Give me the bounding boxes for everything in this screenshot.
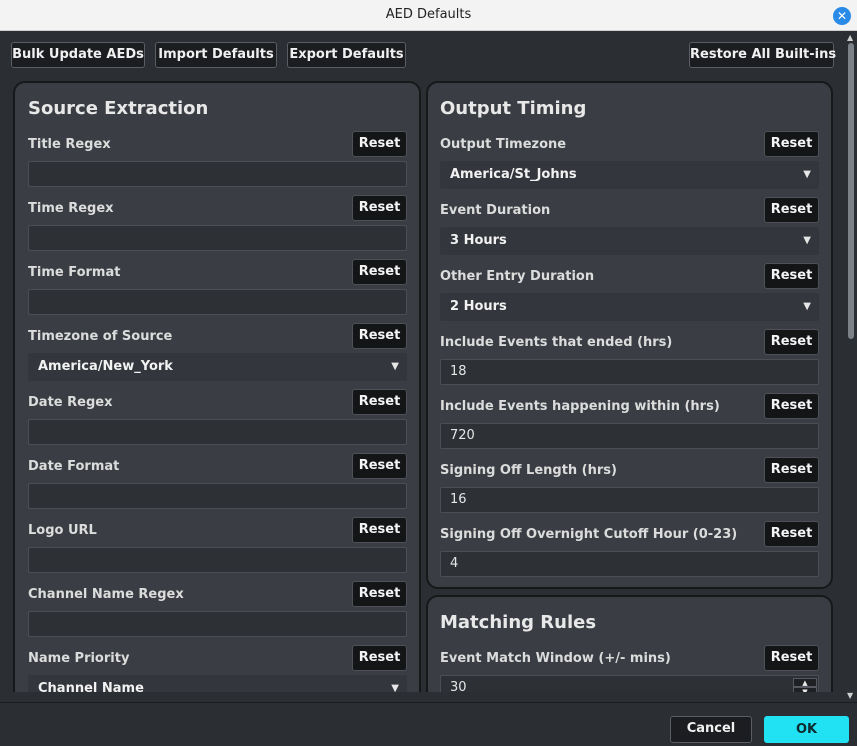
title-regex-label: Title Regex	[28, 137, 111, 152]
include-events-ended-input[interactable]: 18	[440, 359, 819, 385]
settings-scroll-area[interactable]: Source Extraction Title Regex Reset Time…	[0, 80, 845, 692]
spin-buttons: ▲ ▼	[793, 678, 817, 692]
export-defaults-button[interactable]: Export Defaults	[287, 42, 406, 68]
chevron-down-icon: ▼	[391, 361, 399, 372]
other-entry-duration-label: Other Entry Duration	[440, 269, 595, 284]
output-timezone-select[interactable]: America/St_Johns ▼	[440, 161, 819, 189]
event-match-window-reset-button[interactable]: Reset	[764, 645, 819, 671]
cancel-button[interactable]: Cancel	[670, 716, 752, 743]
time-format-reset-button[interactable]: Reset	[352, 259, 407, 285]
panel-title: Matching Rules	[440, 612, 597, 633]
matching-rules-panel: Matching Rules Event Match Window (+/- m…	[426, 595, 833, 692]
title-regex-reset-button[interactable]: Reset	[352, 131, 407, 157]
event-duration-reset-button[interactable]: Reset	[764, 197, 819, 223]
include-events-within-input[interactable]: 720	[440, 423, 819, 449]
include-events-within-label: Include Events happening within (hrs)	[440, 399, 720, 414]
date-regex-input[interactable]	[28, 419, 407, 445]
other-entry-duration-reset-button[interactable]: Reset	[764, 263, 819, 289]
output-timezone-value: America/St_Johns	[450, 167, 577, 182]
chevron-down-icon: ▼	[391, 683, 399, 692]
time-regex-reset-button[interactable]: Reset	[352, 195, 407, 221]
timezone-of-source-select[interactable]: America/New_York ▼	[28, 353, 407, 381]
import-defaults-button[interactable]: Import Defaults	[155, 42, 277, 68]
date-format-label: Date Format	[28, 459, 120, 474]
event-duration-label: Event Duration	[440, 203, 551, 218]
timezone-of-source-value: America/New_York	[38, 359, 173, 374]
logo-url-input[interactable]	[28, 547, 407, 573]
date-format-reset-button[interactable]: Reset	[352, 453, 407, 479]
signing-off-cutoff-input[interactable]: 4	[440, 551, 819, 577]
time-format-label: Time Format	[28, 265, 121, 280]
name-priority-reset-button[interactable]: Reset	[352, 645, 407, 671]
other-entry-duration-select[interactable]: 2 Hours ▼	[440, 293, 819, 321]
logo-url-label: Logo URL	[28, 523, 97, 538]
time-format-input[interactable]	[28, 289, 407, 315]
chevron-down-icon: ▼	[803, 301, 811, 312]
panel-title: Output Timing	[440, 98, 587, 119]
logo-url-reset-button[interactable]: Reset	[352, 517, 407, 543]
toolbar: Bulk Update AEDs Import Defaults Export …	[0, 31, 845, 80]
ok-button[interactable]: OK	[764, 716, 849, 743]
time-regex-label: Time Regex	[28, 201, 114, 216]
date-regex-label: Date Regex	[28, 395, 113, 410]
scroll-down-icon[interactable]: ▼	[847, 691, 853, 700]
dialog-button-bar: Cancel OK	[0, 702, 857, 746]
event-match-window-spinbox[interactable]: 30	[440, 675, 819, 692]
include-events-within-reset-button[interactable]: Reset	[764, 393, 819, 419]
channel-name-regex-reset-button[interactable]: Reset	[352, 581, 407, 607]
chevron-down-icon: ▼	[803, 235, 811, 246]
timezone-of-source-label: Timezone of Source	[28, 329, 173, 344]
output-timezone-reset-button[interactable]: Reset	[764, 131, 819, 157]
title-bar: AED Defaults ✕	[0, 0, 857, 31]
output-timing-panel: Output Timing Output Timezone Reset Amer…	[426, 81, 833, 589]
window-title: AED Defaults	[385, 7, 472, 22]
name-priority-label: Name Priority	[28, 651, 130, 666]
name-priority-value: Channel Name	[38, 681, 144, 692]
timezone-of-source-reset-button[interactable]: Reset	[352, 323, 407, 349]
channel-name-regex-input[interactable]	[28, 611, 407, 637]
chevron-down-icon: ▼	[803, 169, 811, 180]
time-regex-input[interactable]	[28, 225, 407, 251]
event-match-window-label: Event Match Window (+/- mins)	[440, 651, 671, 666]
channel-name-regex-label: Channel Name Regex	[28, 587, 184, 602]
close-icon[interactable]: ✕	[833, 7, 851, 25]
event-duration-value: 3 Hours	[450, 233, 507, 248]
signing-off-cutoff-label: Signing Off Overnight Cutoff Hour (0-23)	[440, 527, 738, 542]
signing-off-cutoff-reset-button[interactable]: Reset	[764, 521, 819, 547]
title-regex-input[interactable]	[28, 161, 407, 187]
source-extraction-panel: Source Extraction Title Regex Reset Time…	[13, 81, 421, 692]
event-match-window-value: 30	[450, 680, 467, 692]
output-timezone-label: Output Timezone	[440, 137, 567, 152]
spin-down-icon[interactable]: ▼	[793, 687, 817, 692]
restore-all-builtins-button[interactable]: Restore All Built-ins	[689, 42, 836, 68]
signing-off-length-reset-button[interactable]: Reset	[764, 457, 819, 483]
signing-off-length-input[interactable]: 16	[440, 487, 819, 513]
panel-title: Source Extraction	[28, 98, 209, 119]
scrollbar-thumb[interactable]	[848, 43, 854, 339]
include-events-ended-reset-button[interactable]: Reset	[764, 329, 819, 355]
signing-off-length-label: Signing Off Length (hrs)	[440, 463, 617, 478]
spin-up-icon[interactable]: ▲	[793, 678, 817, 687]
name-priority-select[interactable]: Channel Name ▼	[28, 675, 407, 692]
scroll-up-icon[interactable]: ▲	[847, 33, 853, 42]
bulk-update-button[interactable]: Bulk Update AEDs	[11, 42, 145, 68]
date-format-input[interactable]	[28, 483, 407, 509]
event-duration-select[interactable]: 3 Hours ▼	[440, 227, 819, 255]
vertical-scrollbar[interactable]: ▲ ▼	[845, 31, 857, 702]
include-events-ended-label: Include Events that ended (hrs)	[440, 335, 673, 350]
other-entry-duration-value: 2 Hours	[450, 299, 507, 314]
date-regex-reset-button[interactable]: Reset	[352, 389, 407, 415]
